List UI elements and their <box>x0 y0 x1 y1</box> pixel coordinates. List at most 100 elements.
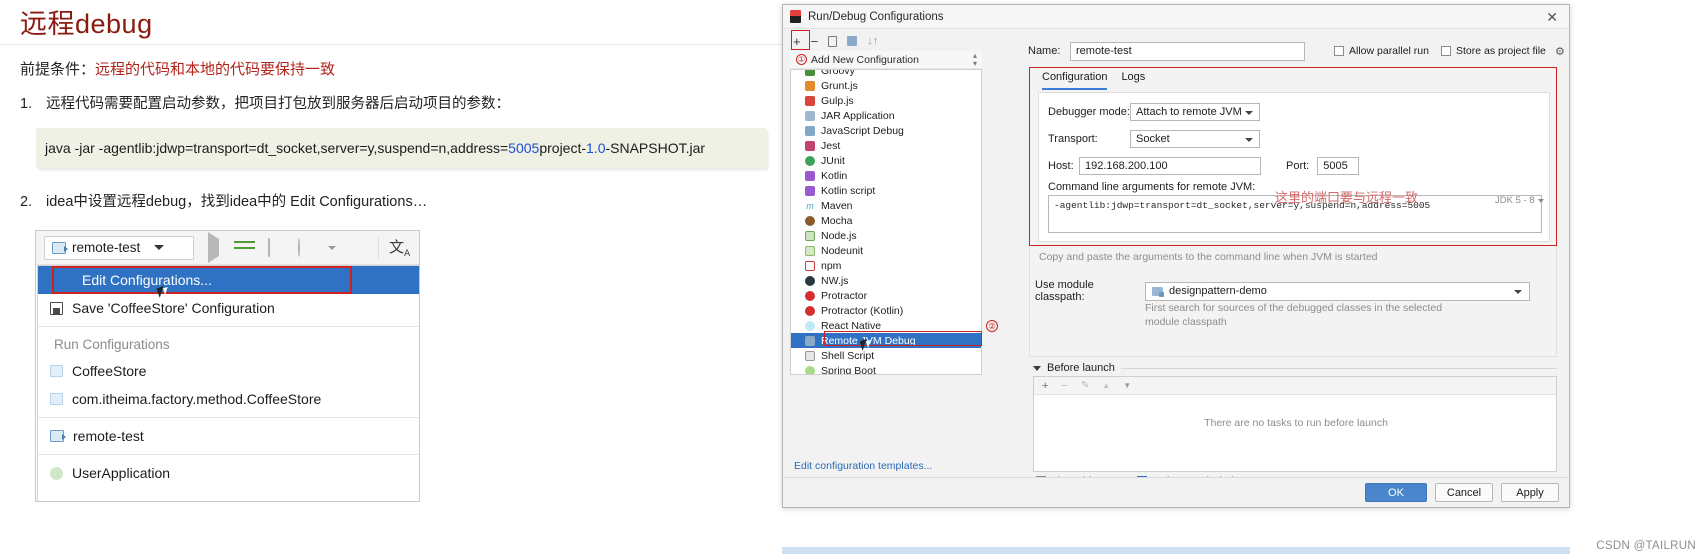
save-configuration-icon[interactable] <box>847 36 858 46</box>
transport-select[interactable]: Socket <box>1130 130 1260 148</box>
checkbox-box <box>1441 46 1451 56</box>
type-list-item[interactable]: Protractor <box>791 288 981 303</box>
sort-configurations-icon[interactable]: ↓↑ <box>867 35 878 47</box>
menu-item-coffeestore-fqn[interactable]: com.itheima.factory.method.CoffeeStore <box>38 385 419 413</box>
chevron-down-small-icon[interactable] <box>328 245 336 250</box>
type-list-item[interactable]: JUnit <box>791 153 981 168</box>
port-input[interactable]: 5005 <box>1317 157 1360 175</box>
maven-icon: m <box>806 200 814 211</box>
type-list-item[interactable]: Nodeunit <box>791 243 981 258</box>
dialog-title: Run/Debug Configurations <box>808 10 944 23</box>
javascript-debug-icon <box>805 125 815 136</box>
marker-1: ① <box>796 54 807 65</box>
type-list-item[interactable]: Gulp.js <box>791 93 981 108</box>
type-list-item[interactable]: Protractor (Kotlin) <box>791 303 981 318</box>
host-input[interactable]: 192.168.200.100 <box>1079 157 1261 175</box>
port-label: Port: <box>1286 160 1310 172</box>
debug-icon[interactable] <box>238 239 255 256</box>
type-list-item[interactable]: Spring Boot <box>791 363 981 374</box>
debugger-mode-select[interactable]: Attach to remote JVM <box>1130 103 1260 121</box>
remote-jvm-debug-icon <box>805 335 815 346</box>
chevron-down-icon <box>1245 138 1253 142</box>
profiler-icon[interactable] <box>298 238 315 257</box>
type-list-item-label: JUnit <box>821 154 845 167</box>
run-configuration-selector[interactable]: remote-test <box>44 235 194 260</box>
store-as-project-file-checkbox[interactable]: Store as project file <box>1441 45 1546 57</box>
add-task-button[interactable]: + <box>1042 380 1048 392</box>
type-list-item[interactable]: Kotlin <box>791 168 981 183</box>
type-list-item[interactable]: JavaScript Debug <box>791 123 981 138</box>
run-with-coverage-icon[interactable] <box>268 238 285 257</box>
before-launch-task-list: + − ✎ ▲ ▼ There are no tasks to run befo… <box>1033 376 1557 472</box>
apply-button[interactable]: Apply <box>1501 483 1559 502</box>
code-part-2: project- <box>539 140 587 156</box>
type-list-item[interactable]: React Native <box>791 318 981 333</box>
module-classpath-select[interactable]: designpattern-demo <box>1145 281 1530 301</box>
edit-task-button[interactable]: ✎ <box>1081 380 1089 391</box>
type-list-item[interactable]: Kotlin script <box>791 183 981 198</box>
protractor-icon <box>805 290 815 301</box>
marker-2: ② <box>986 320 998 332</box>
type-list-item[interactable]: npm <box>791 258 981 273</box>
name-input[interactable]: remote-test <box>1070 41 1305 61</box>
type-list-item[interactable]: Node.js <box>791 228 981 243</box>
watermark: CSDN @TAILRUN <box>1596 540 1696 552</box>
close-icon[interactable]: ✕ <box>1542 10 1562 24</box>
prerequisite-value: 远程的代码和本地的代码要保持一致 <box>95 61 336 78</box>
translate-icon[interactable]: 文A <box>389 236 410 259</box>
type-list-item[interactable]: Groovy <box>791 70 981 78</box>
step-2-text: idea中设置远程debug，找到idea中的 Edit Configurati… <box>46 194 428 210</box>
chevron-down-icon <box>1514 289 1522 294</box>
run-icon[interactable] <box>208 232 225 263</box>
menu-item-userapplication[interactable]: UserApplication <box>38 459 419 487</box>
menu-item-remote-test[interactable]: remote-test <box>38 422 419 450</box>
transport-row: Transport: Socket <box>1048 130 1260 148</box>
host-row: Host: 192.168.200.100 Port: 5005 <box>1048 157 1360 175</box>
gear-icon[interactable]: ⚙ <box>1555 45 1565 58</box>
code-version: 1.0 <box>586 140 606 156</box>
edit-configuration-templates-link[interactable]: Edit configuration templates... <box>794 460 932 472</box>
move-up-button[interactable]: ▲ <box>1102 381 1110 390</box>
spinner-icon[interactable]: ▴ ▾ <box>973 52 977 67</box>
menu-item-edit-configurations[interactable]: Edit Configurations... <box>38 266 419 294</box>
type-list-item-label: Maven <box>821 199 853 212</box>
module-classpath-label: Use module classpath: <box>1035 279 1094 303</box>
ok-button[interactable]: OK <box>1365 483 1427 502</box>
module-classpath-hint: First search for sources of the debugged… <box>1145 301 1442 329</box>
tab-configuration[interactable]: Configuration <box>1042 71 1108 90</box>
type-list-item[interactable]: Grunt.js <box>791 78 981 93</box>
menu-item-coffeestore[interactable]: CoffeeStore <box>38 357 419 385</box>
type-list-item[interactable]: Mocha <box>791 213 981 228</box>
step-1-text: 远程代码需要配置启动参数，把项目打包放到服务器后启动项目的参数： <box>46 96 510 112</box>
jar-application-icon <box>805 110 815 121</box>
type-list-item-remote-jvm-debug[interactable]: Remote JVM Debug <box>791 333 981 348</box>
allow-parallel-run-checkbox[interactable]: Allow parallel run <box>1334 45 1429 57</box>
configuration-type-list[interactable]: Groovy Grunt.js Gulp.js JAR Application … <box>790 69 982 375</box>
type-list-item[interactable]: JAR Application <box>791 108 981 123</box>
jdk-note-wrapper[interactable]: JDK 5 - 8 <box>1495 195 1544 206</box>
type-list-item[interactable]: m Maven <box>791 198 981 213</box>
type-list-item-label: JavaScript Debug <box>821 124 904 137</box>
type-list-item-label: Kotlin script <box>821 184 876 197</box>
type-list-item[interactable]: NW.js <box>791 273 981 288</box>
add-new-configuration-row[interactable]: ① Add New Configuration ▴ ▾ <box>790 51 982 69</box>
menu-item-label: UserApplication <box>72 465 171 481</box>
move-down-button[interactable]: ▼ <box>1123 381 1131 390</box>
menu-item-save-configuration[interactable]: Save 'CoffeeStore' Configuration <box>38 294 419 322</box>
groovy-icon <box>805 70 815 76</box>
before-launch-section[interactable]: Before launch <box>1033 362 1557 374</box>
cancel-button[interactable]: Cancel <box>1435 483 1493 502</box>
type-list-item[interactable]: Shell Script <box>791 348 981 363</box>
shell-script-icon <box>805 350 815 361</box>
remove-task-button[interactable]: − <box>1061 380 1067 392</box>
copy-configuration-icon[interactable] <box>828 35 838 47</box>
remote-debug-icon <box>50 430 66 442</box>
type-list-item[interactable]: Jest <box>791 138 981 153</box>
remote-debug-icon <box>52 241 68 254</box>
type-list-item-label: Jest <box>821 139 841 152</box>
tab-logs[interactable]: Logs <box>1121 71 1145 90</box>
remove-configuration-button[interactable]: − <box>811 35 819 48</box>
stop-icon[interactable] <box>349 239 366 256</box>
idea-dropdown-screenshot: remote-test 文A Edit Configurations... Sa… <box>35 230 420 502</box>
type-list-item-label: Kotlin <box>821 169 848 182</box>
